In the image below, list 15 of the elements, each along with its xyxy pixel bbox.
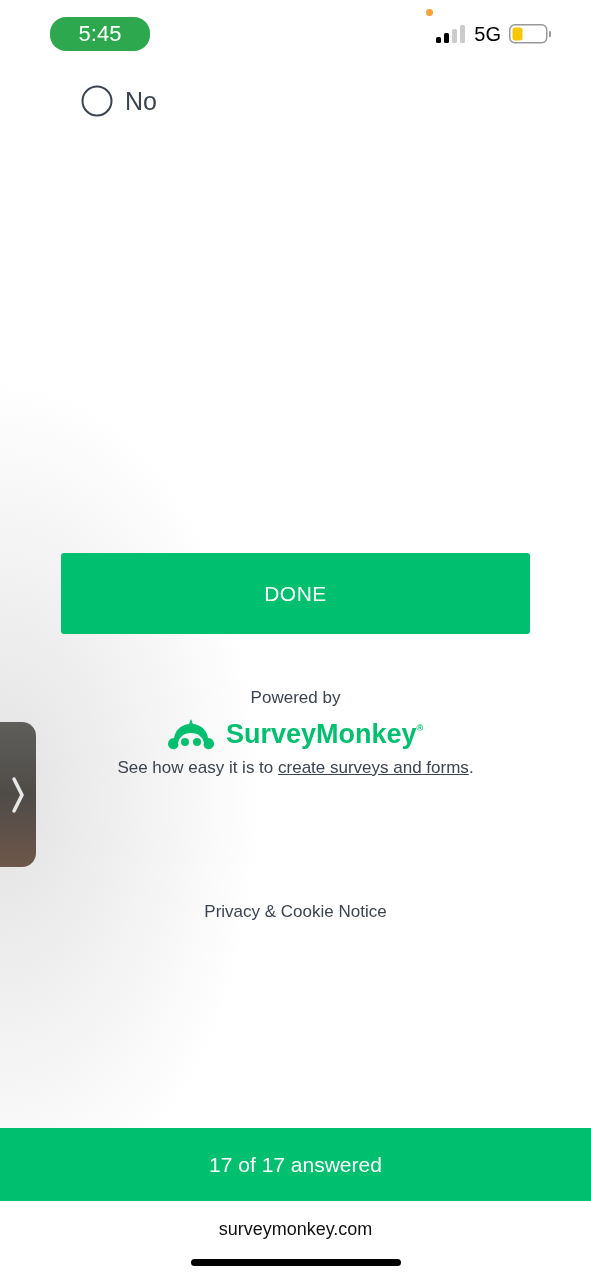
- radio-option[interactable]: No: [81, 82, 157, 120]
- privacy-link[interactable]: Privacy & Cookie Notice: [204, 902, 387, 922]
- url-label[interactable]: surveymonkey.com: [218, 1219, 373, 1243]
- promo-sentence: See how easy it is to create surveys and forms.: [117, 758, 474, 778]
- brand-name: SurveyMonkey$^{®}$: [225, 718, 424, 750]
- network-label: 5G: [474, 22, 501, 46]
- progress-banner: 17 of 17 answered: [0, 1128, 591, 1201]
- powered-by-label: Powered by: [250, 688, 341, 708]
- signal-icon: [436, 24, 467, 44]
- create-surveys-link[interactable]: create surveys and forms: [278, 758, 469, 777]
- privacy-indicator-icon: [426, 9, 433, 16]
- battery-icon: [509, 24, 551, 44]
- sidebar-handle[interactable]: [0, 722, 36, 867]
- monkey-logo-icon: [167, 717, 214, 751]
- clock-time: 5:45: [50, 17, 150, 51]
